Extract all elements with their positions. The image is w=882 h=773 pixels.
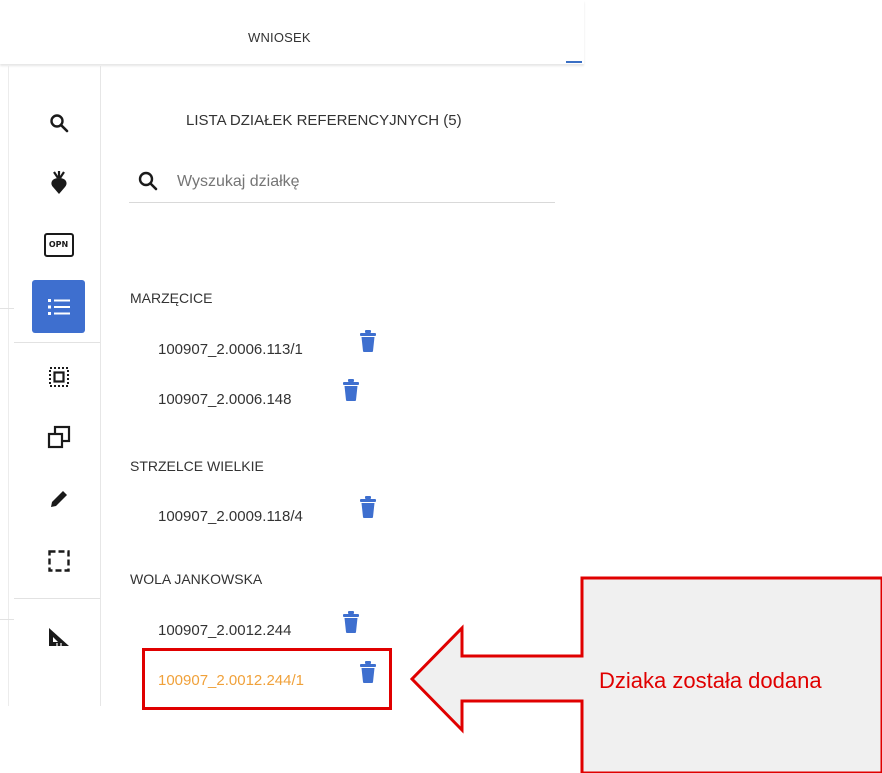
page: WNIOSEK OPN LISTA DZIAŁEK REFERENCYJNYCH… xyxy=(0,0,882,773)
callout-arrow xyxy=(409,576,882,773)
callout-text: Dziaka została dodana xyxy=(599,668,822,693)
